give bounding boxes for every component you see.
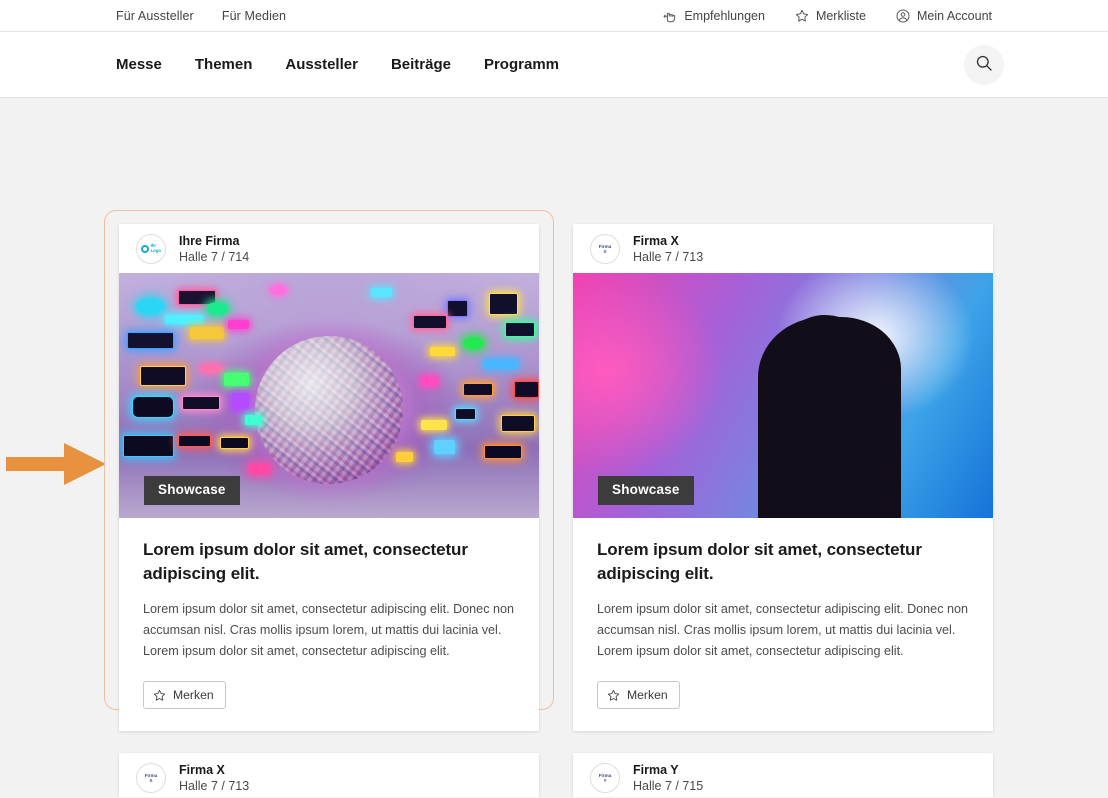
company-hall: Halle 7 / 713: [633, 249, 703, 265]
search-button[interactable]: [964, 45, 1004, 85]
top-link-label: Merkliste: [816, 9, 866, 23]
star-outline-icon: [795, 9, 809, 23]
showcase-card[interactable]: Ihr Logo Ihre Firma Halle 7 / 714: [119, 224, 539, 731]
top-link-label: Mein Account: [917, 9, 992, 23]
showcase-card[interactable]: Firma X Firma X Halle 7 / 713: [119, 753, 539, 797]
card-grid: Ihr Logo Ihre Firma Halle 7 / 714: [119, 224, 993, 797]
company-logo-icon: Ihr Logo: [136, 234, 166, 264]
top-link-fuer-aussteller[interactable]: Für Aussteller: [116, 9, 194, 23]
utility-topbar: Für Aussteller Für Medien Empfehlungen: [0, 0, 1108, 32]
top-link-fuer-medien[interactable]: Für Medien: [222, 9, 286, 23]
card-header: Firma X Firma X Halle 7 / 713: [119, 753, 539, 797]
top-link-mein-account[interactable]: Mein Account: [896, 9, 992, 23]
showcase-badge[interactable]: Showcase: [144, 476, 240, 505]
top-link-empfehlungen[interactable]: Empfehlungen: [663, 9, 765, 23]
card-header: Firma Y Firma Y Halle 7 / 715: [573, 753, 993, 797]
logo-line-2: X: [599, 249, 612, 254]
logo-line-2: Logo: [151, 249, 161, 254]
nav-item-beitraege[interactable]: Beiträge: [391, 56, 451, 73]
card-title: Lorem ipsum dolor sit amet, consectetur …: [143, 538, 515, 586]
company-logo-icon: Firma X: [590, 234, 620, 264]
logo-line-1: Firma: [599, 244, 612, 249]
top-link-label: Empfehlungen: [684, 9, 765, 23]
account-circle-icon: [896, 9, 910, 23]
showcase-card[interactable]: Firma X Firma X Halle 7 / 713 Showcase: [573, 224, 993, 731]
topbar-left-links: Für Aussteller Für Medien: [116, 9, 286, 23]
card-header: Firma X Firma X Halle 7 / 713: [573, 224, 993, 273]
showcase-badge[interactable]: Showcase: [598, 476, 694, 505]
star-outline-icon: [607, 689, 620, 702]
annotation-arrow-icon: [6, 443, 106, 485]
logo-line-1: Firma: [145, 773, 158, 778]
company-logo-icon: Firma Y: [590, 763, 620, 793]
top-link-merkliste[interactable]: Merkliste: [795, 9, 866, 23]
nav-item-programm[interactable]: Programm: [484, 56, 559, 73]
company-name: Firma X: [179, 762, 249, 778]
card-description: Lorem ipsum dolor sit amet, consectetur …: [597, 599, 969, 662]
nav-item-themen[interactable]: Themen: [195, 56, 253, 73]
main-nav-items: Messe Themen Aussteller Beiträge Program…: [116, 56, 559, 73]
card-image[interactable]: Showcase: [573, 273, 993, 518]
nav-item-aussteller[interactable]: Aussteller: [285, 56, 358, 73]
company-name: Firma X: [633, 233, 703, 249]
search-icon: [975, 54, 993, 75]
card-description: Lorem ipsum dolor sit amet, consectetur …: [143, 599, 515, 662]
logo-line-1: Firma: [599, 773, 612, 778]
merken-button[interactable]: Merken: [597, 681, 680, 709]
company-name: Firma Y: [633, 762, 703, 778]
logo-line-2: X: [145, 778, 158, 783]
card-body: Lorem ipsum dolor sit amet, consectetur …: [573, 518, 993, 731]
company-hall: Halle 7 / 715: [633, 778, 703, 794]
main-navigation: Messe Themen Aussteller Beiträge Program…: [0, 32, 1108, 98]
topbar-right-links: Empfehlungen Merkliste Mein Account: [663, 0, 992, 32]
company-name: Ihre Firma: [179, 233, 249, 249]
merken-button-label: Merken: [627, 688, 668, 702]
logo-line-2: Y: [599, 778, 612, 783]
merken-button[interactable]: Merken: [143, 681, 226, 709]
card-image[interactable]: Showcase: [119, 273, 539, 518]
content-area: Ihr Logo Ihre Firma Halle 7 / 714: [0, 98, 1108, 797]
star-outline-icon: [153, 689, 166, 702]
pointing-hand-icon: [663, 10, 677, 23]
card-header: Ihr Logo Ihre Firma Halle 7 / 714: [119, 224, 539, 273]
card-title: Lorem ipsum dolor sit amet, consectetur …: [597, 538, 969, 586]
company-logo-icon: Firma X: [136, 763, 166, 793]
company-hall: Halle 7 / 713: [179, 778, 249, 794]
merken-button-label: Merken: [173, 688, 214, 702]
company-hall: Halle 7 / 714: [179, 249, 249, 265]
card-body: Lorem ipsum dolor sit amet, consectetur …: [119, 518, 539, 731]
nav-item-messe[interactable]: Messe: [116, 56, 162, 73]
showcase-card[interactable]: Firma Y Firma Y Halle 7 / 715: [573, 753, 993, 797]
